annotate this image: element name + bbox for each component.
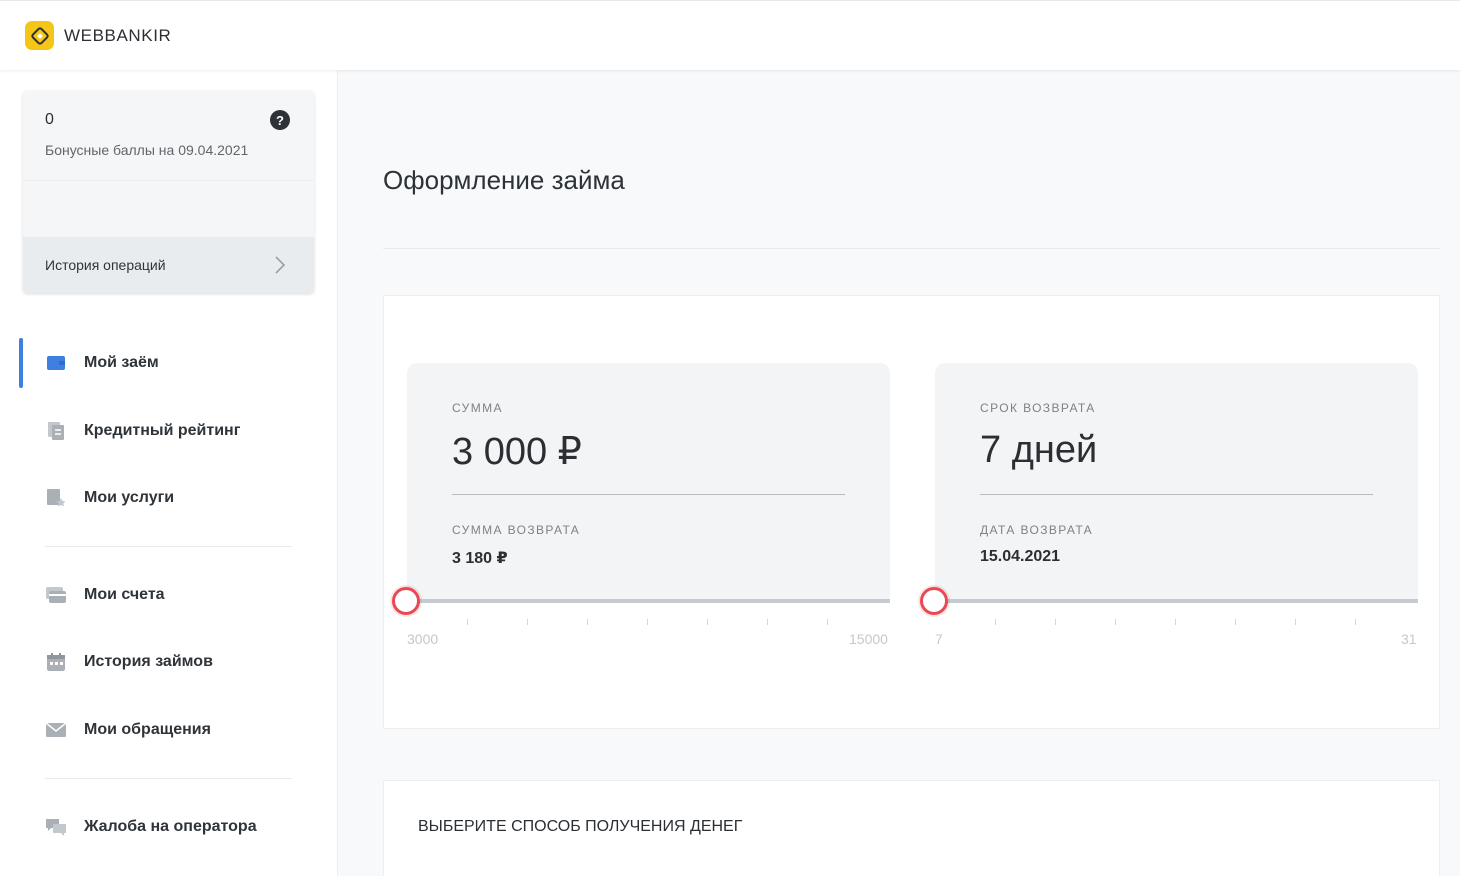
cards-icon xyxy=(45,584,67,606)
title-divider xyxy=(383,248,1440,249)
nav-item-my-accounts[interactable]: Мои счета xyxy=(0,570,338,620)
nav-label: Мои услуги xyxy=(84,489,175,506)
slider-tick xyxy=(707,619,708,625)
nav-item-my-services[interactable]: Мои услуги xyxy=(0,473,338,523)
loan-calculator: СУММА 3 000 ₽ СУММА ВОЗВРАТА 3 180 ₽ 300… xyxy=(383,295,1440,729)
slider-tick xyxy=(1295,619,1296,625)
nav-divider xyxy=(45,546,292,547)
term-divider xyxy=(980,494,1373,495)
nav-item-credit-rating[interactable]: Кредитный рейтинг xyxy=(0,406,338,456)
payout-method-section: ВЫБЕРИТЕ СПОСОБ ПОЛУЧЕНИЯ ДЕНЕГ xyxy=(383,780,1440,876)
amount-slider-track[interactable] xyxy=(407,599,890,603)
operations-history-link[interactable]: История операций xyxy=(23,237,314,293)
documents-icon xyxy=(45,420,67,442)
slider-tick xyxy=(1115,619,1116,625)
slider-tick xyxy=(587,619,588,625)
calendar-icon xyxy=(45,651,67,673)
nav-label: Мой заём xyxy=(84,354,159,371)
return-date-value: 15.04.2021 xyxy=(980,548,1061,565)
return-amount-value: 3 180 ₽ xyxy=(452,550,508,567)
bonus-summary: 0 Бонусные баллы на 09.04.2021 ? xyxy=(23,91,314,181)
slider-tick xyxy=(647,619,648,625)
nav-item-my-loan[interactable]: Мой заём xyxy=(0,338,338,388)
slider-tick xyxy=(827,619,828,625)
chevron-right-icon xyxy=(275,256,286,274)
services-icon xyxy=(45,487,67,509)
slider-tick xyxy=(767,619,768,625)
nav-label: История займов xyxy=(84,653,213,670)
nav-label: Мои счета xyxy=(84,586,165,603)
nav-divider xyxy=(45,778,292,779)
envelope-icon xyxy=(45,719,67,741)
bonus-value: 0 xyxy=(45,111,54,128)
bonus-card: 0 Бонусные баллы на 09.04.2021 ? История… xyxy=(23,91,314,293)
amount-card: СУММА 3 000 ₽ СУММА ВОЗВРАТА 3 180 ₽ xyxy=(407,363,890,603)
amount-slider-handle[interactable] xyxy=(392,587,420,615)
return-amount-caption: СУММА ВОЗВРАТА xyxy=(452,523,581,537)
slider-tick xyxy=(467,619,468,625)
slider-tick xyxy=(995,619,996,625)
amount-divider xyxy=(452,494,845,495)
term-caption: СРОК ВОЗВРАТА xyxy=(980,401,1096,415)
slider-tick xyxy=(527,619,528,625)
bonus-label: Бонусные баллы на 09.04.2021 xyxy=(45,142,249,158)
slider-tick xyxy=(1235,619,1236,625)
nav-item-operator-complaint[interactable]: Жалоба на оператора xyxy=(0,802,338,852)
page-title: Оформление займа xyxy=(383,165,625,195)
nav-label: Кредитный рейтинг xyxy=(84,422,241,439)
top-header: WEBBANKIR xyxy=(0,0,1460,70)
slider-tick xyxy=(1175,619,1176,625)
nav-item-loan-history[interactable]: История займов xyxy=(0,637,338,687)
return-date-caption: ДАТА ВОЗВРАТА xyxy=(980,523,1094,537)
term-min-label: 7 xyxy=(935,631,943,647)
term-card: СРОК ВОЗВРАТА 7 дней ДАТА ВОЗВРАТА 15.04… xyxy=(935,363,1418,603)
amount-caption: СУММА xyxy=(452,401,503,415)
amount-max-label: 15000 xyxy=(849,631,888,647)
nav-item-my-requests[interactable]: Мои обращения xyxy=(0,705,338,755)
logo-icon[interactable] xyxy=(25,21,54,50)
nav-label: Мои обращения xyxy=(84,721,211,738)
sidebar: 0 Бонусные баллы на 09.04.2021 ? История… xyxy=(0,70,338,876)
slider-tick xyxy=(1055,619,1056,625)
payout-method-title: ВЫБЕРИТЕ СПОСОБ ПОЛУЧЕНИЯ ДЕНЕГ xyxy=(418,818,743,835)
term-slider-track[interactable] xyxy=(935,599,1418,603)
help-icon[interactable]: ? xyxy=(270,110,290,130)
wallet-icon xyxy=(45,352,67,374)
term-max-label: 31 xyxy=(1401,631,1417,647)
slider-tick xyxy=(1355,619,1356,625)
nav-label: Жалоба на оператора xyxy=(84,818,257,835)
chat-icon xyxy=(45,816,67,838)
operations-history-label: История операций xyxy=(45,257,166,273)
amount-min-label: 3000 xyxy=(407,631,439,647)
amount-value: 3 000 ₽ xyxy=(452,431,582,473)
term-value: 7 дней xyxy=(980,429,1098,471)
brand-name[interactable]: WEBBANKIR xyxy=(64,26,171,46)
term-slider-handle[interactable] xyxy=(920,587,948,615)
